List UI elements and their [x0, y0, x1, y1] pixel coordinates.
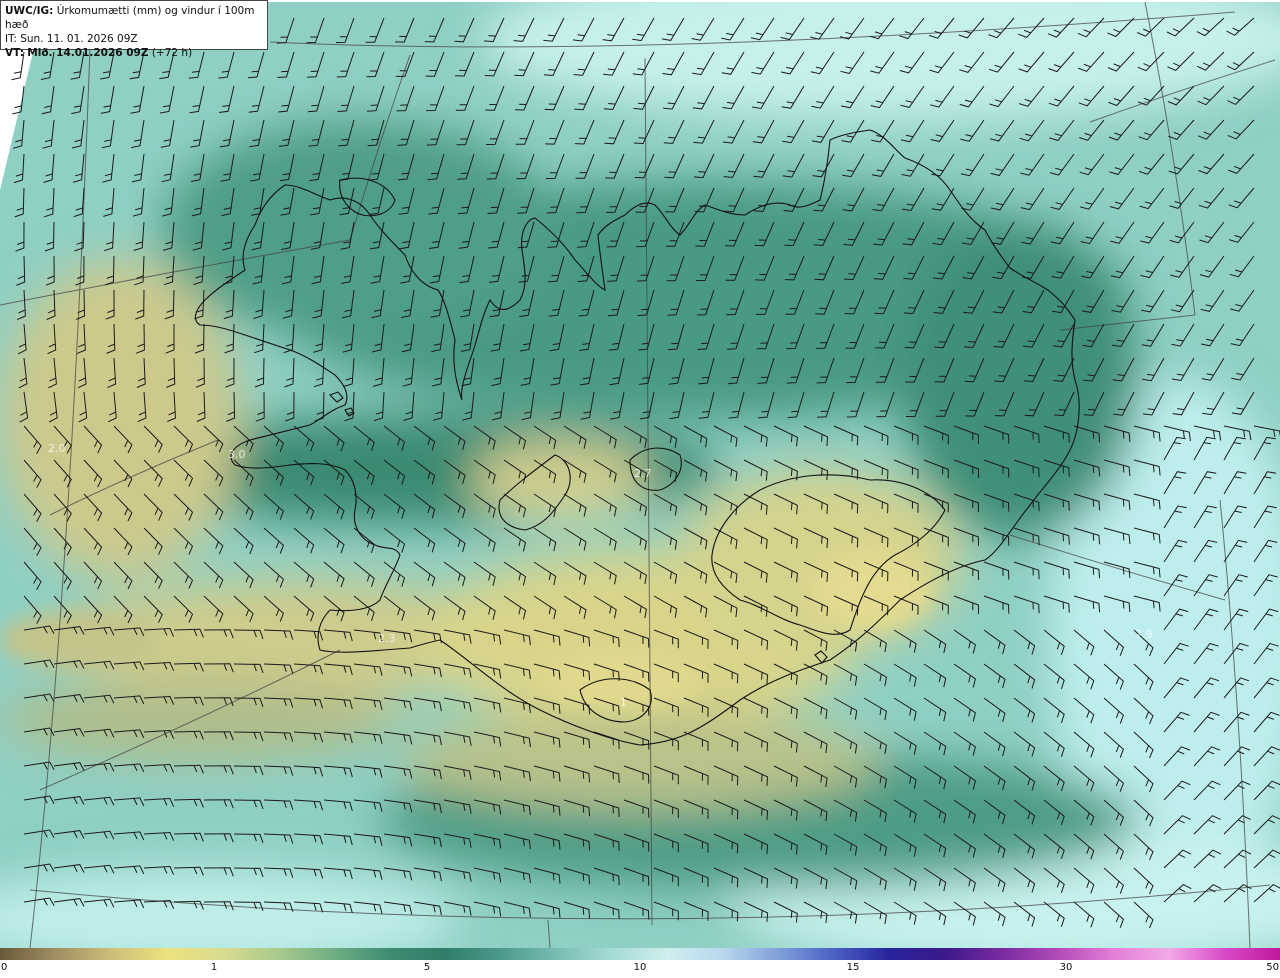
- init-time: IT: Sun. 11. 01. 2026 09Z: [5, 33, 138, 45]
- valid-time: Mið. 14.01.2026 09Z: [27, 47, 149, 59]
- valid-time-line: VT: Mið. 14.01.2026 09Z (+72 h): [5, 46, 263, 60]
- map-label: 3.0: [228, 448, 246, 461]
- colorbar-tick: 5: [423, 962, 431, 973]
- valid-time-label: VT:: [5, 47, 24, 59]
- colorbar-tick: 10: [633, 962, 647, 973]
- colorbar-tick: 0: [1, 962, 8, 973]
- map-label: 7.9: [1135, 628, 1153, 641]
- map-label: 2.0: [48, 442, 66, 455]
- map-label: 1: [620, 696, 627, 709]
- colorbar-tick: 1: [210, 962, 218, 973]
- lead-time: (+72 h): [151, 47, 193, 59]
- map-label: 2.7: [634, 467, 652, 480]
- colorbar-tick: 15: [846, 962, 860, 973]
- colorbar-tick: 30: [1059, 962, 1073, 973]
- map-label: 2.3: [378, 632, 396, 645]
- colorbar-ticks: 0 1 5 10 15 30 50: [0, 962, 1280, 978]
- precipitation-colorbar: [0, 948, 1280, 960]
- forecast-map: 2.0 3.0 2.7 2.3 1 7.9: [0, 0, 1280, 948]
- map-header: UWC/IG: Úrkomumætti (mm) og vindur í 100…: [0, 0, 268, 59]
- title-line: UWC/IG: Úrkomumætti (mm) og vindur í 100…: [5, 4, 263, 32]
- colorbar-tick: 50: [1266, 962, 1279, 973]
- model-label: UWC/IG:: [5, 5, 54, 17]
